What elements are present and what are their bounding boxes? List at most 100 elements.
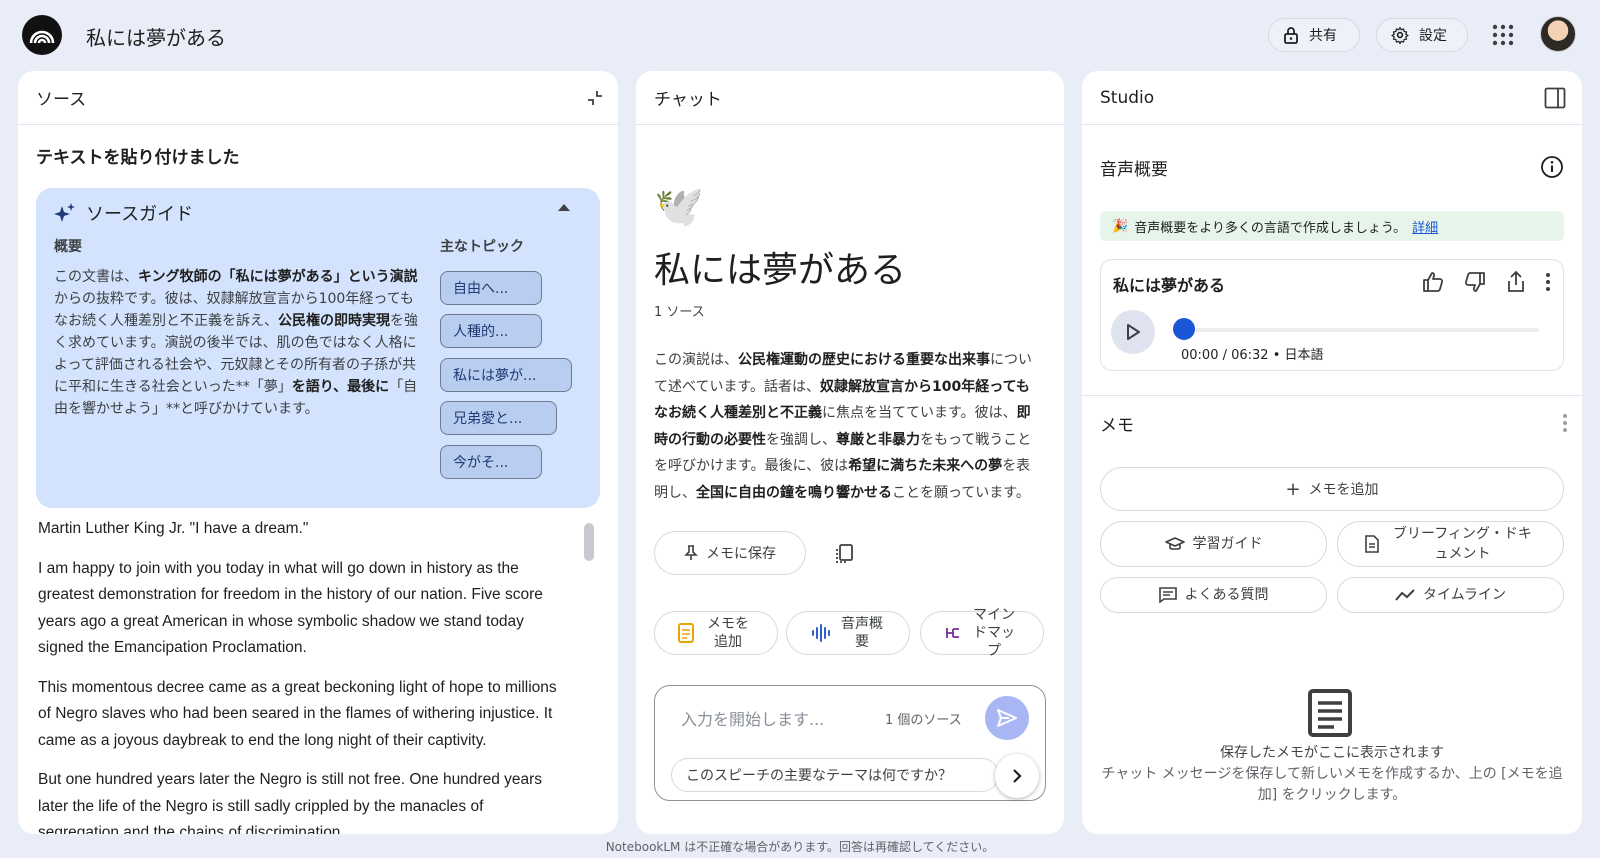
thumbs-up-icon[interactable] [1421,270,1445,294]
topic-chip[interactable]: 私には夢が... [440,358,572,392]
sources-panel: ソース テキストを貼り付けました ソースガイド 概要 主なトピック この文書は、… [18,71,618,834]
copy-icon[interactable] [834,543,854,565]
source-raw-text: Martin Luther King Jr. "I have a dream."… [38,516,566,834]
study-guide-button[interactable]: 学習ガイド [1100,521,1327,567]
text-paragraph: Martin Luther King Jr. "I have a dream." [38,520,309,537]
briefing-doc-label: ブリーフィング・ドキュメント [1393,526,1532,562]
timeline-label: タイムライン [1422,587,1507,603]
scrollbar-thumb[interactable] [584,523,594,561]
text-paragraph: But one hundred years later the Negro is… [38,771,543,834]
source-guide-header[interactable]: ソースガイド [54,200,193,226]
suggested-question[interactable]: このスピーチの主要なテーマは何ですか？ [671,758,999,792]
send-button[interactable] [985,696,1029,740]
briefing-doc-button[interactable]: ブリーフィング・ドキュメント [1337,521,1564,567]
apps-grid-icon[interactable] [1492,24,1514,46]
audio-overview-chip-label: 音声概要 [841,616,883,650]
user-avatar[interactable] [1540,16,1576,52]
add-memo-chip[interactable]: メモを追加 [654,611,778,655]
notebook-emoji: 🕊️ [654,184,704,230]
summary-text: この文書は、キング牧師の「私には夢がある」という演説からの抜粋です。彼は、奴隷解… [54,269,418,417]
settings-button[interactable]: 設定 [1376,18,1468,52]
pin-icon [684,545,698,560]
play-button[interactable] [1111,310,1155,354]
add-memo-button[interactable]: + メモを追加 [1100,467,1564,511]
notebook-description: この演説は、公民権運動の歴史における重要な出来事について述べています。話者は、奴… [654,352,1032,501]
collapse-caret-icon[interactable] [558,204,570,211]
collapse-panel-icon[interactable] [586,89,604,107]
faq-label: よくある質問 [1184,587,1269,603]
lock-icon [1284,27,1298,44]
topic-chip[interactable]: 自由へ... [440,271,542,305]
send-icon [997,709,1017,727]
chat-input-box[interactable]: 入力を開始します... 1 個のソース このスピーチの主要なテーマは何ですか？ [654,685,1046,801]
top-bar: 私には夢がある 共有 設定 [0,0,1600,70]
share-label: 共有 [1309,28,1337,44]
chevron-right-icon [1013,769,1022,783]
save-to-memo-button[interactable]: メモに保存 [654,531,806,575]
source-guide-title: ソースガイド [86,204,194,225]
timeline-button[interactable]: タイムライン [1337,577,1564,613]
studio-header: Studio [1082,71,1582,125]
memo-heading: メモ [1100,416,1134,436]
panel-toggle-icon[interactable] [1544,87,1566,109]
audio-actions [1421,270,1551,294]
share-button[interactable]: 共有 [1268,18,1360,52]
notebooklm-logo-icon[interactable] [22,15,62,55]
graduation-cap-icon [1164,537,1185,550]
audio-overview-chip[interactable]: 音声概要 [786,611,910,655]
timeline-icon [1395,589,1415,601]
save-to-memo-label: メモに保存 [706,546,776,562]
chat-panel: チャット 🕊️ 私には夢がある 1 ソース この演説は、公民権運動の歴史における… [636,71,1064,834]
audio-progress-knob[interactable] [1173,318,1195,340]
add-memo-chip-label: メモを追加 [707,616,749,650]
source-guide: ソースガイド 概要 主なトピック この文書は、キング牧師の「私には夢がある」とい… [36,188,600,508]
add-memo-label: メモを追加 [1308,482,1379,498]
mindmap-icon [946,628,959,638]
thumbs-down-icon[interactable] [1463,270,1487,294]
audio-title: 私には夢がある [1113,276,1226,295]
empty-notes-message: 保存したメモがここに表示されます チャット メッセージを保存して新しいメモを作成… [1100,743,1564,806]
source-subheading: テキストを貼り付けました [36,148,240,168]
document-icon [1364,535,1379,553]
study-guide-label: 学習ガイド [1192,536,1263,552]
more-vert-icon[interactable] [1545,272,1551,292]
topic-chip[interactable]: 兄弟愛と... [440,401,557,435]
empty-notes-body: チャット メッセージを保存して新しいメモを作成するか、上の [メモを追加] をク… [1101,766,1563,803]
disclaimer-footer: NotebookLM は不正確な場合があります。回答は再確認してください。 [605,840,995,854]
summary-label: 概要 [54,239,82,255]
mindmap-chip[interactable]: マインドマップ [920,607,1044,659]
chat-notebook-title: 私には夢がある [654,250,907,291]
topic-chip[interactable]: 今がそ... [440,445,542,479]
text-paragraph: I am happy to join with you today in wha… [38,559,543,657]
chat-header: チャット [636,71,1064,125]
chat-input-placeholder[interactable]: 入力を開始します... [681,706,824,730]
topics-label: 主なトピック [440,239,524,255]
mindmap-chip-label: マインドマップ [973,607,1015,659]
audio-wave-icon [812,624,830,642]
party-icon: 🎉 [1112,218,1129,234]
more-vert-icon[interactable] [1562,413,1568,433]
banner-text: 音声概要をより多くの言語で作成しましょう。 [1134,220,1407,236]
info-icon[interactable] [1540,155,1564,179]
settings-label: 設定 [1419,28,1447,44]
details-link[interactable]: 詳細 [1412,217,1438,236]
note-icon [678,623,694,643]
faq-button[interactable]: よくある質問 [1100,577,1327,613]
next-suggestion-button[interactable] [995,754,1039,798]
topic-chip[interactable]: 人種的... [440,314,542,348]
notebook-title[interactable]: 私には夢がある [86,22,226,51]
language-banner: 🎉 音声概要をより多くの言語で作成しましょう。 詳細 [1100,211,1564,241]
gear-icon [1391,26,1409,44]
source-count: 1 ソース [654,305,705,320]
faq-icon [1158,587,1177,603]
empty-notes-title: 保存したメモがここに表示されます [1220,745,1444,761]
share-icon[interactable] [1505,270,1527,294]
sources-header-label: ソース [36,90,87,110]
audio-progress-track[interactable] [1183,328,1539,332]
divider [1082,395,1582,396]
empty-notes-icon [1308,689,1352,737]
audio-overview-heading: 音声概要 [1100,160,1168,180]
plus-icon: + [1285,478,1301,500]
text-paragraph: This momentous decree came as a great be… [38,678,557,749]
audio-time: 00:00 / 06:32 • 日本語 [1181,348,1324,363]
